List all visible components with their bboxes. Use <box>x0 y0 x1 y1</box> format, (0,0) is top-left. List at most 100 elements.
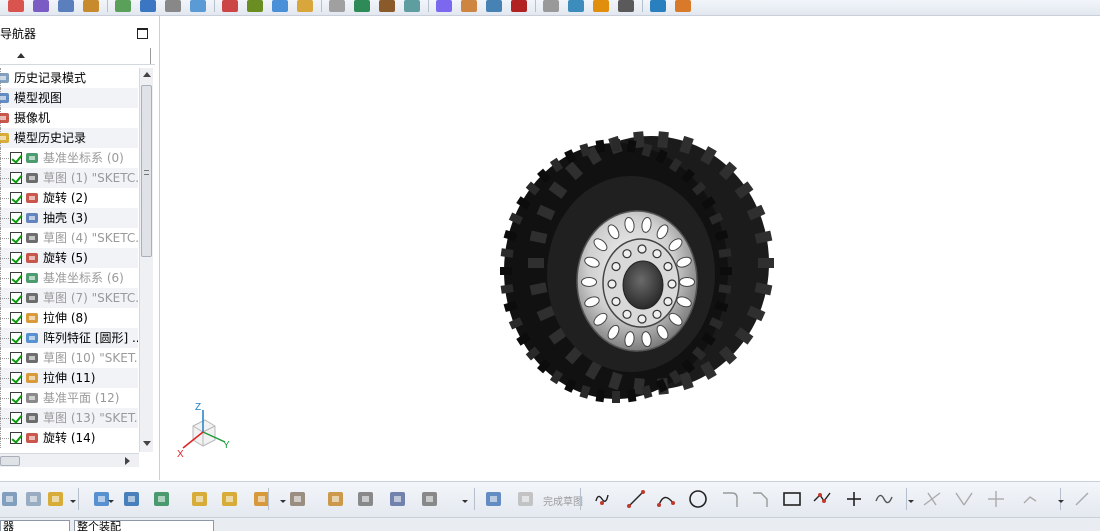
tree-node[interactable]: 阵列特征 [圆形] ... <box>0 328 138 348</box>
selection-scope-combo[interactable]: 整个装配 <box>74 520 214 531</box>
visibility-checkbox[interactable] <box>10 432 22 444</box>
toolbar-tool-icon[interactable] <box>297 0 313 12</box>
sketch-task-icon[interactable] <box>484 489 504 509</box>
circle-icon[interactable] <box>688 489 708 509</box>
arc-icon[interactable] <box>656 489 676 509</box>
toolbar-tool-icon[interactable] <box>511 0 527 12</box>
visibility-checkbox[interactable] <box>10 392 22 404</box>
tree-node[interactable]: 模型历史记录 <box>0 128 138 148</box>
type-filter-combo[interactable]: 器 <box>0 520 70 531</box>
scrollbar-thumb[interactable] <box>0 456 20 466</box>
toolbar-tool-icon[interactable] <box>593 0 609 12</box>
toolbar-tool-icon[interactable] <box>404 0 420 12</box>
visibility-checkbox[interactable] <box>10 152 22 164</box>
toolbar-tool-icon[interactable] <box>247 0 263 12</box>
studio-spline-icon[interactable] <box>874 489 894 509</box>
tree-node[interactable]: 模型视图 <box>0 88 138 108</box>
visibility-checkbox[interactable] <box>10 252 22 264</box>
toolbar-tool-icon[interactable] <box>83 0 99 12</box>
navigator-vertical-scrollbar[interactable] <box>139 68 153 452</box>
toolbar-tool-icon[interactable] <box>33 0 49 12</box>
toolbar-tool-icon[interactable] <box>568 0 584 12</box>
visibility-checkbox[interactable] <box>10 212 22 224</box>
tree-node[interactable]: 旋转 (2) <box>0 188 138 208</box>
make-corner-icon[interactable] <box>986 489 1006 509</box>
tire-wheel-model[interactable] <box>491 131 781 421</box>
add-part-icon[interactable] <box>46 489 66 509</box>
scroll-up-arrow-icon[interactable] <box>143 72 151 77</box>
dropdown-arrow-icon[interactable] <box>1058 500 1064 503</box>
tree-node[interactable]: 草图 (1) "SKETC... <box>0 168 138 188</box>
quick-trim-icon[interactable] <box>922 489 942 509</box>
navigator-maximize-button[interactable] <box>137 28 148 39</box>
dropdown-arrow-icon[interactable] <box>462 500 468 503</box>
tree-node[interactable]: 摄像机 <box>0 108 138 128</box>
visibility-checkbox[interactable] <box>10 352 22 364</box>
tree-node[interactable]: 旋转 (5) <box>0 248 138 268</box>
visibility-checkbox[interactable] <box>10 292 22 304</box>
tree-node[interactable]: 旋转 (14) <box>0 428 138 448</box>
dropdown-arrow-icon[interactable] <box>280 500 286 503</box>
profile-icon[interactable] <box>594 489 614 509</box>
toolbar-tool-icon[interactable] <box>115 0 131 12</box>
fillet-icon[interactable] <box>720 489 740 509</box>
chamfer-icon[interactable] <box>750 489 770 509</box>
navigator-horizontal-scrollbar[interactable] <box>0 453 139 467</box>
tree-node[interactable]: 草图 (4) "SKETC... <box>0 228 138 248</box>
visibility-checkbox[interactable] <box>10 312 22 324</box>
finish-sketch-label[interactable]: 完成草图 <box>543 493 583 508</box>
toolbar-tool-icon[interactable] <box>8 0 24 12</box>
tree-node[interactable]: 草图 (10) "SKET... <box>0 348 138 368</box>
exploded-view-icon[interactable] <box>288 489 308 509</box>
dropdown-arrow-icon[interactable] <box>70 500 76 503</box>
visibility-checkbox[interactable] <box>10 232 22 244</box>
offset-curve-icon[interactable] <box>1022 489 1042 509</box>
toolbar-tool-icon[interactable] <box>543 0 559 12</box>
replace-component-icon[interactable] <box>152 489 172 509</box>
toolbar-tool-icon[interactable] <box>354 0 370 12</box>
sketch-plane-icon[interactable] <box>24 489 44 509</box>
view-triad[interactable]: Z Y X <box>171 398 231 460</box>
tree-node[interactable]: 基准坐标系 (0) <box>0 148 138 168</box>
toolbar-tool-icon[interactable] <box>486 0 502 12</box>
tree-node[interactable]: 拉伸 (11) <box>0 368 138 388</box>
graphics-viewport[interactable]: Z Y X <box>161 16 1100 480</box>
toolbar-tool-icon[interactable] <box>190 0 206 12</box>
rectangle-icon[interactable] <box>782 489 802 509</box>
column-divider[interactable] <box>150 48 151 64</box>
sketch-icon[interactable] <box>0 489 20 509</box>
toolbar-tool-icon[interactable] <box>436 0 452 12</box>
navigator-column-header[interactable] <box>0 48 155 65</box>
pattern-component-icon[interactable] <box>252 489 272 509</box>
visibility-checkbox[interactable] <box>10 192 22 204</box>
toolbar-tool-icon[interactable] <box>58 0 74 12</box>
mirror-curve-icon[interactable] <box>1072 489 1092 509</box>
point-icon[interactable] <box>844 489 864 509</box>
scroll-right-arrow-icon[interactable] <box>125 457 130 465</box>
assembly-constraints-icon[interactable] <box>220 489 240 509</box>
view-section-icon[interactable] <box>420 489 440 509</box>
finish-sketch-icon[interactable] <box>516 489 536 509</box>
dropdown-arrow-icon[interactable] <box>908 500 914 503</box>
wave-geometry-icon[interactable] <box>326 489 346 509</box>
toolbar-tool-icon[interactable] <box>165 0 181 12</box>
toolbar-tool-icon[interactable] <box>379 0 395 12</box>
measure-icon[interactable] <box>388 489 408 509</box>
mirror-icon[interactable] <box>122 489 142 509</box>
polygon-icon[interactable] <box>812 489 832 509</box>
visibility-checkbox[interactable] <box>10 332 22 344</box>
visibility-checkbox[interactable] <box>10 412 22 424</box>
dropdown-arrow-icon[interactable] <box>108 500 114 503</box>
check-clearance-icon[interactable] <box>356 489 376 509</box>
toolbar-tool-icon[interactable] <box>140 0 156 12</box>
tree-node[interactable]: 基准坐标系 (6) <box>0 268 138 288</box>
toolbar-tool-icon[interactable] <box>675 0 691 12</box>
toolbar-tool-icon[interactable] <box>618 0 634 12</box>
toolbar-tool-icon[interactable] <box>650 0 666 12</box>
scrollbar-thumb[interactable] <box>141 85 152 257</box>
move-component-icon[interactable] <box>190 489 210 509</box>
quick-extend-icon[interactable] <box>954 489 974 509</box>
toolbar-tool-icon[interactable] <box>329 0 345 12</box>
visibility-checkbox[interactable] <box>10 172 22 184</box>
visibility-checkbox[interactable] <box>10 372 22 384</box>
